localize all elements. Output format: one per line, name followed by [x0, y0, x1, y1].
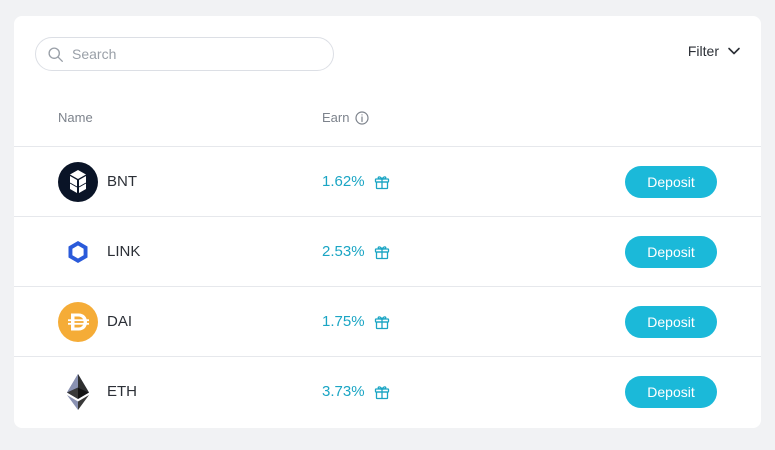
table-row: ETH 3.73% Deposit — [14, 357, 761, 427]
chevron-down-icon — [728, 47, 740, 55]
deposit-button[interactable]: Deposit — [625, 376, 717, 408]
table-row: DAI 1.75% Deposit — [14, 287, 761, 357]
earn-rate-value: 1.62% — [322, 173, 365, 190]
table-row: LINK 2.53% Deposit — [14, 217, 761, 287]
earn-rate-value: 2.53% — [322, 243, 365, 260]
search-input[interactable] — [72, 46, 302, 62]
earn-rate-value: 3.73% — [322, 383, 365, 400]
filter-label: Filter — [687, 43, 719, 59]
earn-rate: 3.73% — [322, 383, 390, 400]
bancor-icon — [58, 162, 98, 202]
gift-icon — [374, 175, 389, 189]
gift-icon — [374, 385, 389, 399]
table-header: Name Earn — [14, 100, 761, 147]
earn-rate: 1.75% — [322, 313, 390, 330]
coin-symbol: ETH — [107, 383, 137, 400]
coin-symbol: LINK — [107, 243, 141, 260]
column-header-earn-label: Earn — [322, 110, 350, 125]
search-box[interactable] — [35, 37, 334, 71]
table-row: BNT 1.62% Deposit — [14, 147, 761, 217]
gift-icon — [374, 315, 389, 329]
column-header-name: Name — [58, 110, 93, 125]
earn-rate: 2.53% — [322, 243, 390, 260]
gift-icon — [374, 245, 389, 259]
assets-card: Filter Name Earn — [14, 16, 761, 428]
dai-icon — [58, 302, 98, 342]
coin-symbol: BNT — [107, 173, 137, 190]
earn-rate-value: 1.75% — [322, 313, 365, 330]
search-icon — [48, 46, 63, 62]
column-header-earn: Earn — [322, 110, 370, 125]
deposit-button[interactable]: Deposit — [625, 166, 717, 198]
deposit-button[interactable]: Deposit — [625, 306, 717, 338]
chainlink-icon — [58, 232, 98, 272]
filter-dropdown[interactable]: Filter — [688, 43, 741, 59]
info-icon[interactable] — [355, 110, 370, 125]
ethereum-icon — [58, 372, 98, 412]
toolbar: Filter — [14, 16, 761, 92]
deposit-button[interactable]: Deposit — [625, 236, 717, 268]
coin-symbol: DAI — [107, 313, 133, 330]
earn-rate: 1.62% — [322, 173, 390, 190]
